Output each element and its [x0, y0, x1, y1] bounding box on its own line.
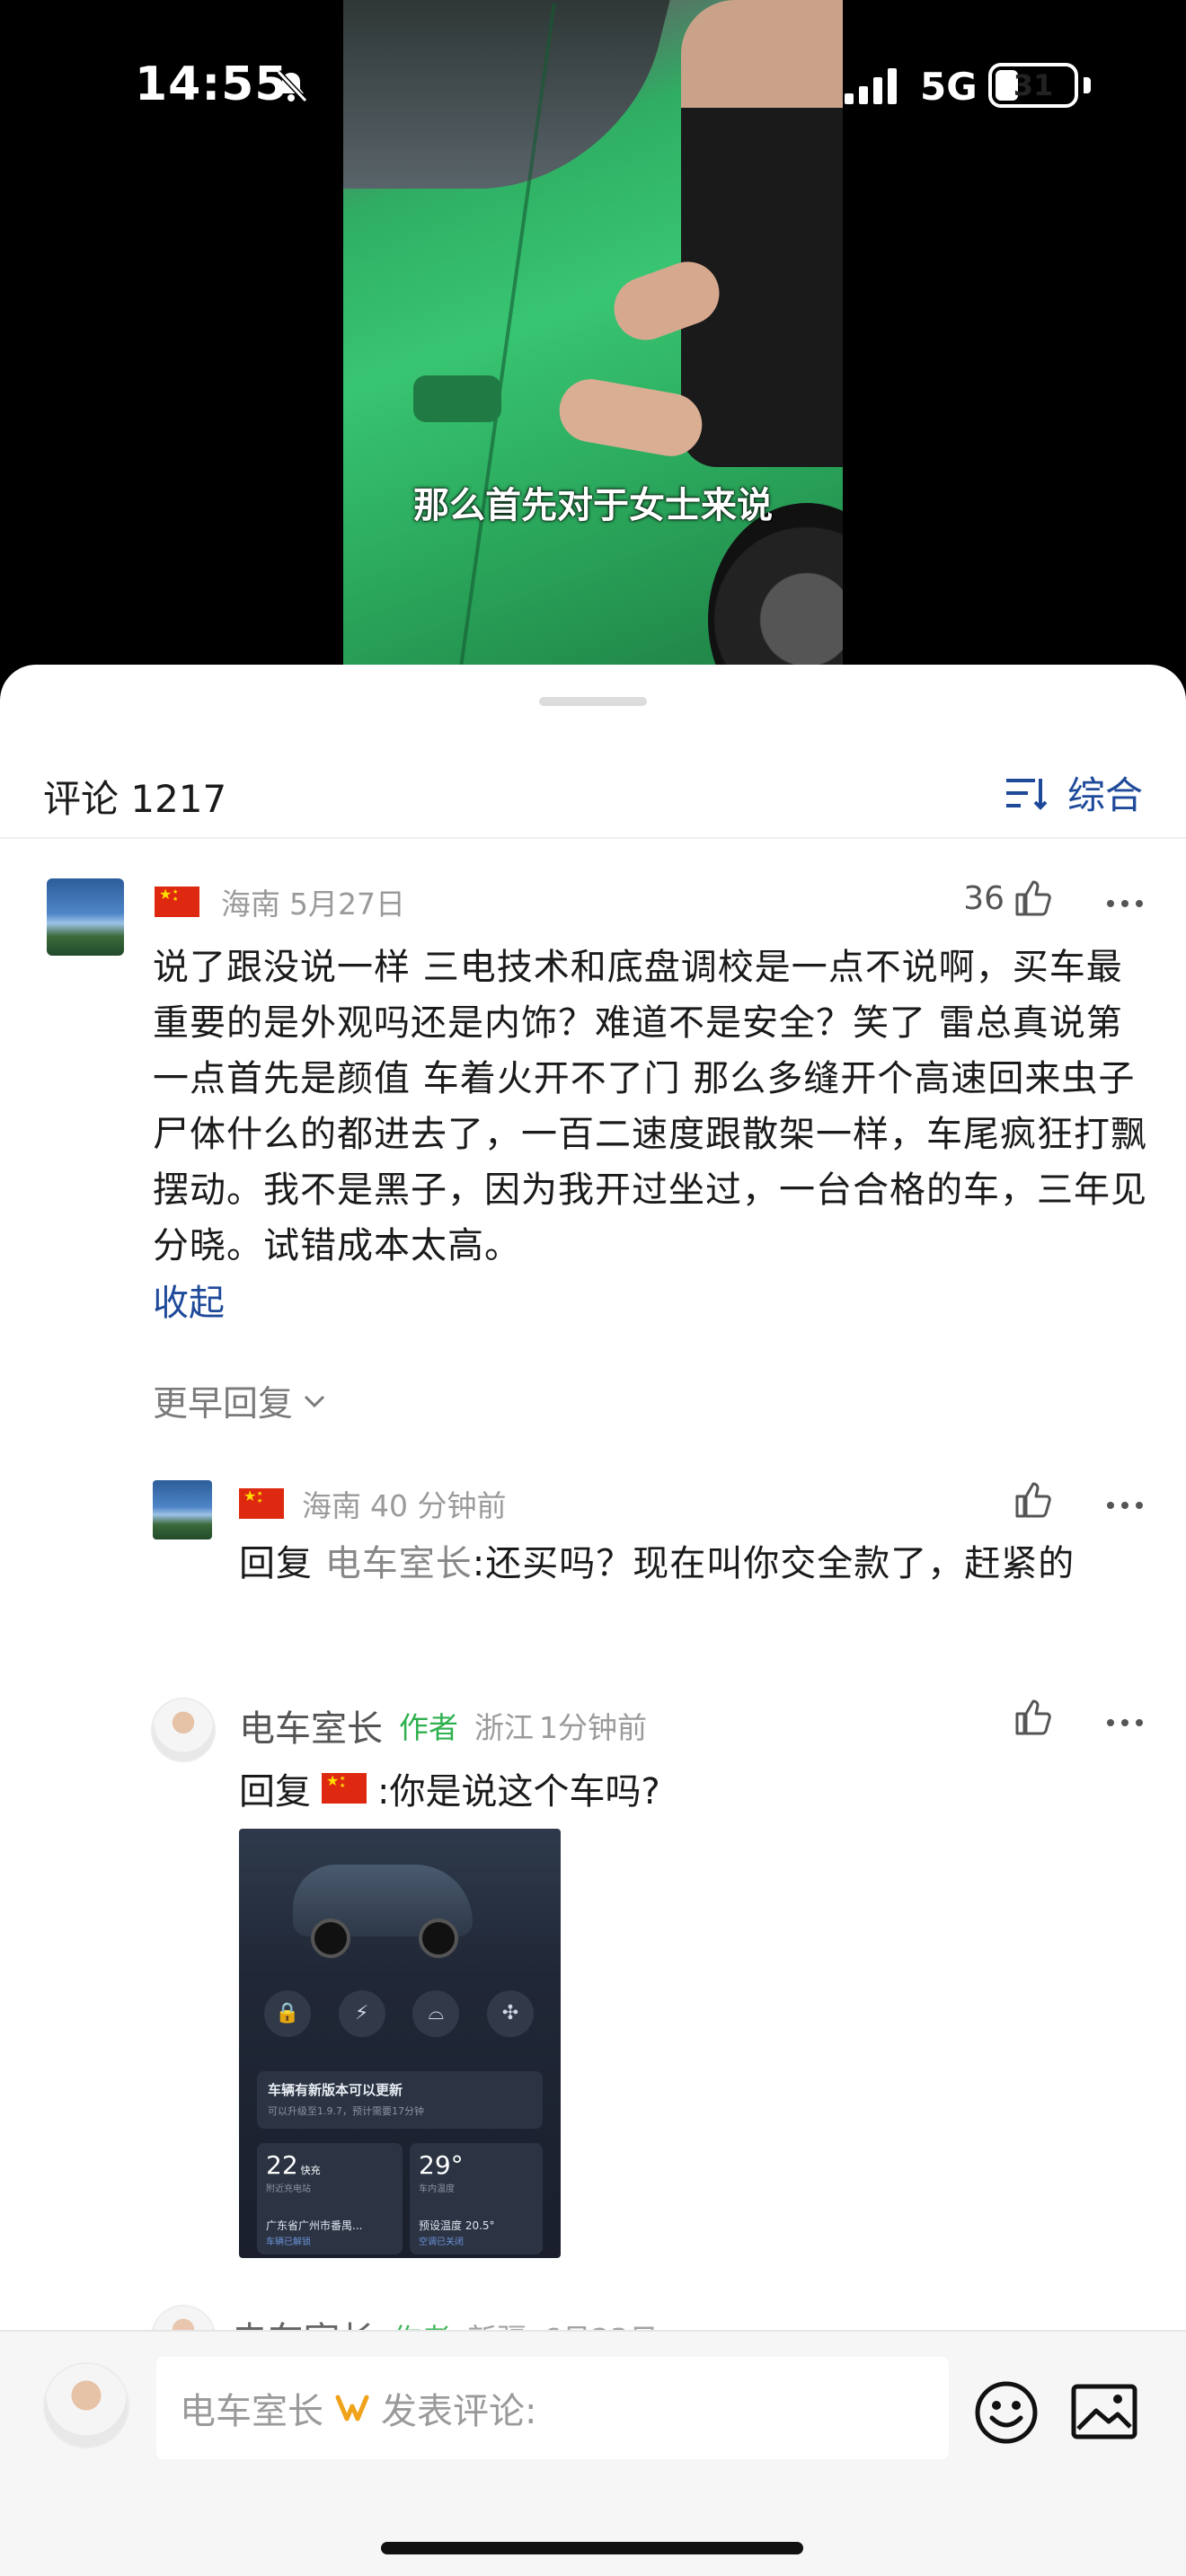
reply-target-name[interactable]: 电车室长 [325, 1543, 473, 1584]
car-icon: ⌓ [412, 1990, 460, 2037]
battery-nub [1084, 77, 1091, 93]
reply-location: 浙江 [474, 1710, 534, 1745]
like-count: 36 [963, 880, 1005, 917]
app-control-row: 🔒 ⚡ ⌓ ✣ [264, 1990, 534, 2037]
reply-meta: 海南 40 分钟前 [239, 1482, 506, 1525]
image-icon[interactable] [1071, 2384, 1137, 2439]
network-type: 5G [920, 65, 978, 109]
reply-prefix: 回复 [239, 1771, 311, 1813]
reply-prefix: 回复 [239, 1543, 313, 1584]
lightning-icon: ⚡ [338, 1990, 385, 2037]
reply-text: 回复 :你是说这个车吗? [239, 1762, 660, 1814]
reply-time: 1分钟前 [539, 1710, 647, 1745]
china-flag-icon [239, 1488, 284, 1519]
door-handle [413, 375, 501, 422]
collapse-link[interactable]: 收起 [153, 1274, 225, 1326]
tile-subtitle: 附近充电站 [266, 2184, 311, 2194]
thumbs-up-icon[interactable] [1013, 1480, 1053, 1520]
author-badge: 作者 [399, 1710, 458, 1745]
comment-text: 说了跟没说一样 三电技术和底盘调校是一点不说啊，买车最重要的是外观吗还是内饰？难… [153, 947, 1147, 1266]
more-options-icon[interactable] [1107, 1719, 1143, 1730]
comments-header: 评论 1217 综合 [0, 754, 1186, 839]
status-bar: 14:55 5G 31 [0, 0, 1186, 171]
update-subtitle: 可以升级至1.9.7，预计需要17分钟 [268, 2105, 424, 2117]
input-username: 电车室长 [180, 2391, 323, 2432]
earlier-replies-button[interactable]: 更早回复 [153, 1376, 327, 1426]
more-options-icon[interactable] [1107, 1502, 1143, 1513]
comment-input[interactable]: 电车室长 发表评论: [156, 2357, 949, 2459]
thumbs-up-icon[interactable] [1013, 878, 1053, 918]
tile-location: 广东省广州市番禺... [266, 2219, 363, 2232]
car-wheel [419, 1919, 458, 1958]
charge-tile: 22 快充 附近充电站 广东省广州市番禺... 车辆已解锁 [257, 2143, 403, 2254]
comment-time: 5月27日 [289, 887, 405, 922]
comment-meta: 海南 5月27日 [155, 880, 405, 923]
lock-icon: 🔒 [264, 1990, 311, 2037]
sheet-grabber[interactable] [539, 697, 647, 706]
range-value: 22 快充 [266, 2150, 321, 2180]
cabin-temperature: 29° [419, 2150, 464, 2180]
reply-location: 海南 [302, 1488, 361, 1523]
china-flag-icon [155, 887, 199, 917]
chevron-down-icon [304, 1395, 325, 1408]
avatar[interactable] [153, 1480, 212, 1539]
car-wheel [708, 503, 843, 683]
vip-badge-icon [335, 2395, 369, 2422]
comments-count-title: 评论 1217 [43, 777, 227, 821]
thumbs-up-icon[interactable] [1013, 1698, 1053, 1737]
comments-sheet: 评论 1217 综合 海南 5月27日 36 说了跟没说一样 三电技术和底盘调校… [0, 665, 1186, 2576]
comment-input-bar: 电车室长 发表评论: [0, 2330, 1186, 2576]
bell-muted-icon [276, 69, 308, 103]
reply-meta: 电车室长 作者 浙江 1分钟前 [239, 1699, 647, 1751]
comment-location: 海南 [221, 887, 280, 922]
ac-status: 空调已关闭 [419, 2237, 464, 2247]
sort-icon [1005, 778, 1048, 810]
emoji-icon[interactable] [974, 2380, 1039, 2445]
avatar[interactable] [151, 1698, 216, 1762]
reply-author-name[interactable]: 电车室长 [239, 1699, 383, 1751]
tile-status: 车辆已解锁 [266, 2237, 311, 2247]
battery-icon: 31 [988, 63, 1078, 108]
climate-tile: 29° 车内温度 预设温度 20.5° 空调已关闭 [410, 2143, 543, 2254]
reply-image[interactable]: 🔒 ⚡ ⌓ ✣ 车辆有新版本可以更新 可以升级至1.9.7，预计需要17分钟 2… [239, 1829, 561, 2258]
battery-percent: 31 [1013, 68, 1054, 102]
sort-label: 综合 [1067, 773, 1143, 817]
update-card: 车辆有新版本可以更新 可以升级至1.9.7，预计需要17分钟 [257, 2071, 543, 2129]
car-wheel [311, 1919, 350, 1958]
reply-text: 回复 电车室长:还买吗？现在叫你交全款了，赶紧的 [239, 1536, 1137, 1592]
fan-icon: ✣ [486, 1990, 534, 2037]
sort-button[interactable]: 综合 [1005, 765, 1143, 820]
comment-placeholder: 发表评论: [381, 2391, 537, 2432]
tile-subtitle: 车内温度 [419, 2184, 455, 2194]
home-indicator [381, 2542, 803, 2554]
avatar[interactable] [47, 878, 124, 956]
preset-temperature: 预设温度 20.5° [419, 2219, 495, 2232]
reply-body: :还买吗？现在叫你交全款了，赶紧的 [472, 1543, 1075, 1584]
earlier-replies-label: 更早回复 [153, 1384, 294, 1425]
more-options-icon[interactable] [1107, 900, 1143, 911]
video-subtitle: 那么首先对于女士来说 [413, 485, 773, 526]
update-title: 车辆有新版本可以更新 [268, 2082, 403, 2098]
signal-icon [845, 68, 897, 104]
reply-time: 40 分钟前 [370, 1488, 507, 1523]
status-time: 14:55 [135, 57, 288, 111]
my-avatar[interactable] [43, 2362, 129, 2448]
china-flag-icon [322, 1773, 367, 1804]
reply-body: :你是说这个车吗? [377, 1771, 660, 1813]
